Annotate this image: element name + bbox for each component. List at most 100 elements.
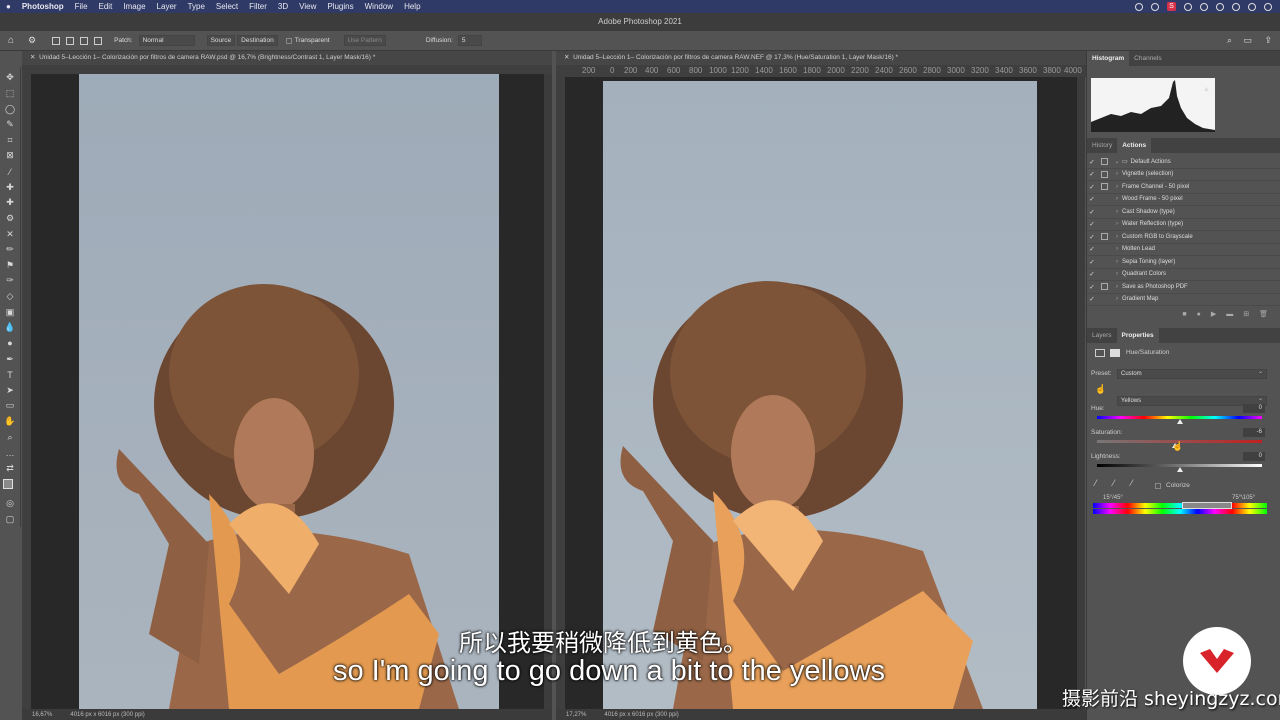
intersect-selection-icon[interactable] [94, 36, 103, 45]
dialog-toggle-icon[interactable] [1101, 233, 1108, 241]
zoom-level-left[interactable]: 16,67% [32, 712, 52, 718]
action-row[interactable]: ✓ › Cast Shadow (type) [1087, 206, 1280, 219]
check-icon[interactable]: ✓ [1087, 283, 1097, 291]
dodge-tool-icon[interactable]: ● [4, 337, 17, 350]
more-tools-icon[interactable]: … [4, 447, 17, 460]
stop-icon[interactable]: ■ [1182, 311, 1186, 318]
chevron-right-icon[interactable]: › [1112, 184, 1122, 190]
targeted-adjustment-icon[interactable]: ☝ [1095, 384, 1106, 395]
patch-tool-icon[interactable]: ⚙ [28, 35, 36, 46]
screen-icon[interactable] [1151, 2, 1159, 11]
chevron-right-icon[interactable]: › [1112, 271, 1122, 277]
menu-3d[interactable]: 3D [278, 2, 288, 11]
bluetooth-icon[interactable] [1200, 2, 1208, 11]
scrollbar-vertical-right[interactable] [1077, 77, 1085, 709]
canvas-right[interactable] [565, 77, 1077, 709]
menu-view[interactable]: View [299, 2, 316, 11]
menu-plugins[interactable]: Plugins [327, 2, 353, 11]
chevron-right-icon[interactable]: › [1112, 209, 1122, 215]
check-icon[interactable]: ✓ [1087, 220, 1097, 228]
chevron-right-icon[interactable]: › [1112, 221, 1122, 227]
check-icon[interactable]: ✓ [1087, 208, 1097, 216]
patch-select[interactable]: Normal [138, 35, 195, 46]
chevron-right-icon[interactable]: › [1112, 296, 1122, 302]
spotlight-icon[interactable] [1248, 2, 1256, 11]
eyedropper-minus-icon[interactable]: ⁄ [1131, 478, 1133, 488]
headphones-icon[interactable] [1184, 2, 1192, 11]
battery-icon[interactable] [1216, 2, 1224, 11]
menu-select[interactable]: Select [216, 2, 238, 11]
action-row[interactable]: ✓ › Sepia Toning (layer) [1087, 256, 1280, 269]
document-tab-right[interactable]: ✕ Unidad 5–Lección 1– Colorización por f… [556, 51, 1086, 65]
home-icon[interactable]: ⌂ [8, 35, 14, 46]
action-row[interactable]: ✓ › Quadrant Colors [1087, 269, 1280, 281]
lasso-tool-icon[interactable]: ◯ [4, 103, 17, 116]
screen-mode-icon[interactable]: ▢ [4, 513, 17, 526]
check-icon[interactable]: ✓ [1087, 245, 1097, 253]
zoom-tool-icon[interactable]: ⌕ [4, 431, 17, 444]
lightness-slider-thumb[interactable] [1176, 467, 1183, 472]
chevron-right-icon[interactable]: › [1112, 196, 1122, 202]
search-icon[interactable]: ⌕ [1227, 35, 1232, 46]
tab-history[interactable]: History [1087, 138, 1117, 153]
record-icon[interactable] [1135, 2, 1143, 11]
dialog-toggle-icon[interactable] [1101, 158, 1108, 166]
mask-icon[interactable] [1110, 349, 1120, 357]
blur-tool-icon[interactable]: 💧 [4, 322, 17, 335]
check-icon[interactable]: ✓ [1087, 170, 1097, 178]
apple-icon[interactable]: ● [6, 2, 11, 11]
control-center-icon[interactable] [1264, 2, 1272, 11]
action-row[interactable]: ✓ › Water Reflection (type) [1087, 219, 1280, 231]
eyedropper-icon[interactable]: ⁄ [1095, 478, 1097, 488]
subtract-selection-icon[interactable] [80, 36, 89, 45]
menu-help[interactable]: Help [404, 2, 420, 11]
quick-mask-icon[interactable]: ◎ [4, 497, 17, 510]
action-set-row[interactable]: ✓ ⌄ ▭ Default Actions [1087, 156, 1280, 169]
tab-properties[interactable]: Properties [1116, 328, 1159, 343]
transparent-checkbox[interactable] [285, 37, 292, 44]
history-brush-tool-icon[interactable]: ✑ [4, 275, 17, 288]
chevron-right-icon[interactable]: › [1112, 234, 1122, 240]
record-icon[interactable]: ● [1197, 311, 1201, 318]
add-selection-icon[interactable] [66, 36, 75, 45]
content-aware-move-tool-icon[interactable]: ✕ [4, 228, 17, 241]
eyedropper-plus-icon[interactable]: ⁄ [1113, 478, 1115, 488]
menu-window[interactable]: Window [365, 2, 393, 11]
play-icon[interactable]: ▶ [1211, 310, 1216, 318]
pen-tool-icon[interactable]: ✒ [4, 353, 17, 366]
swap-colors-icon[interactable]: ⇄ [4, 462, 17, 475]
dialog-toggle-icon[interactable] [1101, 183, 1108, 191]
action-row[interactable]: ✓ › Frame Channel - 50 pixel [1087, 181, 1280, 194]
workspace-icon[interactable]: ▭ [1243, 35, 1252, 46]
action-row[interactable]: ✓ › Molten Lead [1087, 244, 1280, 256]
menu-image[interactable]: Image [123, 2, 145, 11]
dialog-toggle-icon[interactable] [1101, 283, 1108, 291]
colorize-checkbox[interactable] [1155, 483, 1161, 489]
trash-icon[interactable]: 🗑 [1259, 310, 1268, 318]
menu-edit[interactable]: Edit [99, 2, 113, 11]
saturation-value[interactable]: -6 [1243, 428, 1265, 437]
range-selector[interactable] [1182, 502, 1232, 509]
clone-stamp-tool-icon[interactable]: ⚑ [4, 259, 17, 272]
gradient-tool-icon[interactable]: ▣ [4, 306, 17, 319]
preset-select[interactable]: Custom [1117, 368, 1267, 379]
dialog-toggle-icon[interactable] [1101, 170, 1108, 178]
check-icon[interactable]: ✓ [1087, 183, 1097, 191]
close-tab-icon[interactable]: ✕ [564, 54, 569, 61]
tab-channels[interactable]: Channels [1129, 51, 1166, 66]
chevron-down-icon[interactable]: ⌄ [1112, 158, 1122, 165]
chevron-right-icon[interactable]: › [1112, 171, 1122, 177]
new-action-icon[interactable]: ⊞ [1243, 310, 1249, 318]
type-tool-icon[interactable]: T [4, 368, 17, 381]
check-icon[interactable]: ✓ [1087, 295, 1097, 303]
source-button[interactable]: Source [206, 35, 236, 46]
hand-tool-icon[interactable]: ✋ [4, 415, 17, 428]
menu-layer[interactable]: Layer [157, 2, 177, 11]
crop-tool-icon[interactable]: ⌗ [4, 134, 17, 147]
menu-type[interactable]: Type [188, 2, 205, 11]
action-row[interactable]: ✓ › Gradient Map [1087, 294, 1280, 306]
chevron-right-icon[interactable]: › [1112, 284, 1122, 290]
patch-tool-icon[interactable]: ⚙ [4, 212, 17, 225]
document-tab-left[interactable]: ✕ Unidad 5–Lección 1– Colorización por f… [22, 51, 552, 65]
brush-tool-icon[interactable]: ✏ [4, 243, 17, 256]
